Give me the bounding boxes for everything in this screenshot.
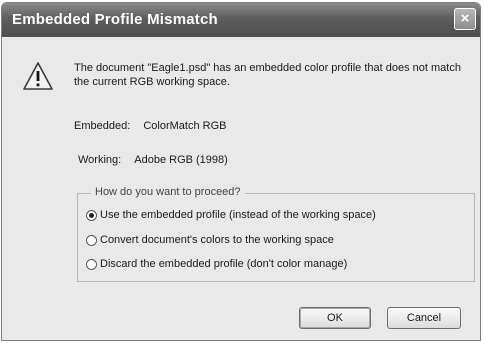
working-space-row: Working: Adobe RGB (1998): [78, 154, 228, 166]
radio-button[interactable]: [86, 258, 97, 270]
working-label: Working:: [78, 154, 122, 166]
radio-button[interactable]: [86, 234, 97, 246]
group-legend: How do you want to proceed?: [91, 186, 245, 198]
embedded-profile-row: Embedded: ColorMatch RGB: [74, 120, 226, 132]
radio-label-convert: Convert document's colors to the working…: [100, 234, 334, 246]
radio-label-discard: Discard the embedded profile (don't colo…: [100, 258, 348, 270]
working-value: Adobe RGB (1998): [134, 154, 228, 166]
radio-label-use-embedded: Use the embedded profile (instead of the…: [100, 209, 376, 221]
close-button[interactable]: ×: [454, 8, 476, 30]
radio-discard-profile[interactable]: Discard the embedded profile (don't colo…: [86, 258, 347, 270]
title-bar[interactable]: Embedded Profile Mismatch ×: [2, 3, 480, 37]
mismatch-message: The document "Eagle1.psd" has an embedde…: [74, 62, 461, 88]
radio-button-selected[interactable]: [86, 209, 97, 221]
warning-triangle-icon: [23, 62, 53, 90]
proceed-options-group: How do you want to proceed? Use the embe…: [77, 186, 475, 282]
cancel-button[interactable]: Cancel: [387, 307, 461, 329]
radio-convert-colors[interactable]: Convert document's colors to the working…: [86, 234, 334, 246]
dialog-title: Embedded Profile Mismatch: [12, 11, 218, 28]
ok-button[interactable]: OK: [299, 307, 371, 329]
close-icon: ×: [460, 10, 470, 27]
embedded-value: ColorMatch RGB: [143, 120, 227, 132]
radio-use-embedded[interactable]: Use the embedded profile (instead of the…: [86, 209, 376, 221]
embedded-label: Embedded:: [74, 120, 131, 132]
profile-mismatch-dialog: Embedded Profile Mismatch × The document…: [1, 2, 481, 341]
